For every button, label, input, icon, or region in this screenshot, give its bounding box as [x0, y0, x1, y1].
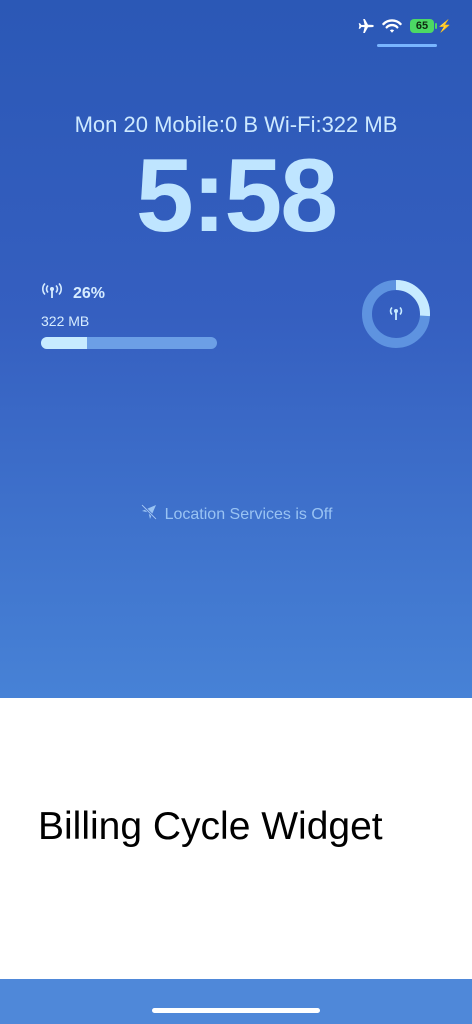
- promo-title: Billing Cycle Widget: [38, 805, 383, 848]
- promo-panel: Billing Cycle Widget: [0, 698, 472, 979]
- data-usage-widget[interactable]: 26% 322 MB: [41, 282, 217, 349]
- usage-progress-fill: [41, 337, 87, 349]
- usage-progress-bar: [41, 337, 217, 349]
- antenna-icon: [389, 306, 403, 320]
- status-underline: [377, 44, 437, 47]
- location-services-text: Location Services is Off: [164, 505, 333, 523]
- antenna-icon: [41, 282, 63, 304]
- usage-percent: 26%: [73, 284, 106, 302]
- usage-ring-widget[interactable]: [360, 278, 432, 350]
- usage-amount: 322 MB: [41, 313, 90, 329]
- location-services-notice: Location Services is Off: [0, 503, 472, 526]
- wifi-icon: [382, 18, 402, 34]
- bottom-strip: [0, 979, 472, 1024]
- airplane-icon: [356, 18, 374, 34]
- date-line: Mon 20 Mobile:0 B Wi-Fi:322 MB: [74, 112, 398, 137]
- lock-screen: 65 ⚡ Mon 20 Mobile:0 B Wi-Fi:322 MB 5:58…: [0, 0, 472, 698]
- bolt-icon: ⚡: [437, 19, 452, 33]
- status-bar: 65 ⚡: [356, 18, 452, 34]
- home-indicator[interactable]: [152, 1008, 320, 1013]
- location-off-icon: [140, 503, 158, 526]
- battery-icon: 65: [410, 19, 438, 33]
- clock-time: 5:58: [135, 138, 338, 254]
- battery-level: 65: [415, 20, 429, 32]
